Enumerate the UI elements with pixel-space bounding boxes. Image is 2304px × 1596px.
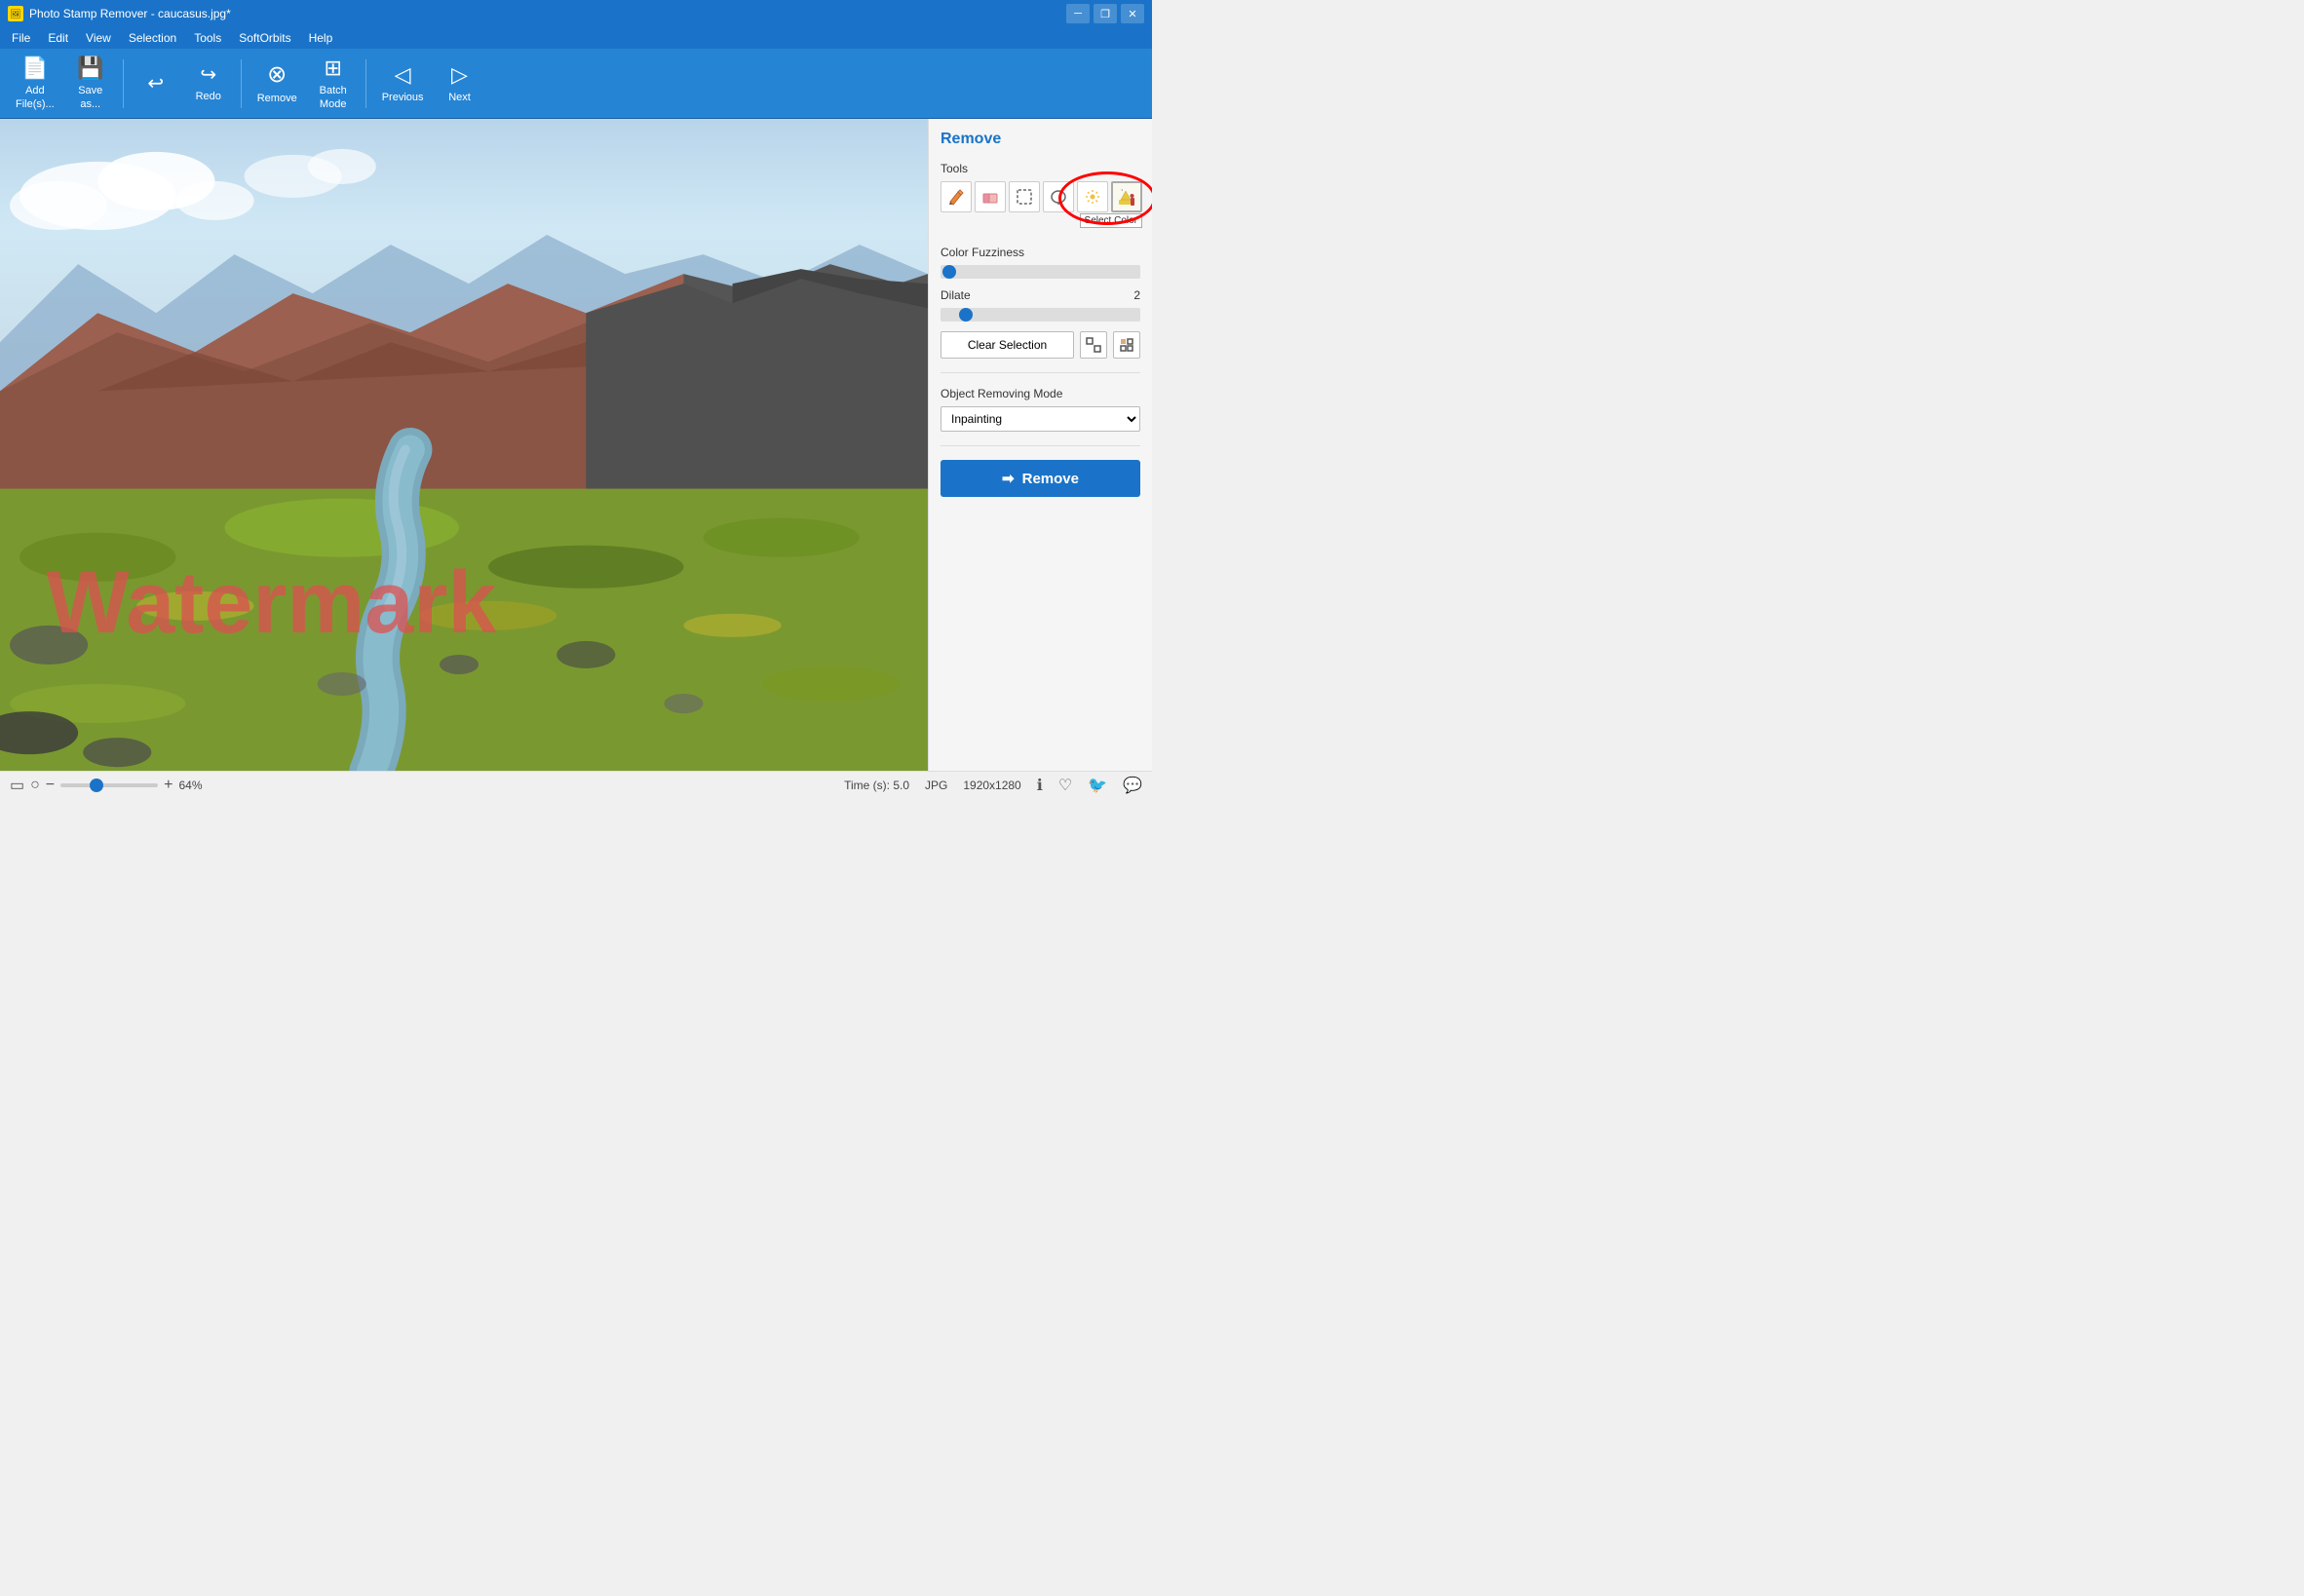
status-bar: ▭ ○ − + 64% Time (s): 5.0 JPG 1920x1280 … xyxy=(0,771,1152,798)
rect-select-button[interactable] xyxy=(1009,181,1040,212)
zoom-level: 64% xyxy=(178,779,202,792)
menu-edit[interactable]: Edit xyxy=(40,29,76,47)
title-bar: 🖼 Photo Stamp Remover - caucasus.jpg* ─ … xyxy=(0,0,1152,27)
app-icon: 🖼 xyxy=(8,6,23,21)
share-icon[interactable]: ♡ xyxy=(1058,776,1072,795)
toolbar-separator-1 xyxy=(123,59,124,108)
menu-tools[interactable]: Tools xyxy=(186,29,229,47)
dilate-value: 2 xyxy=(1133,288,1140,302)
color-fuzziness-slider[interactable] xyxy=(941,265,1140,279)
add-files-button[interactable]: 📄 AddFile(s)... xyxy=(8,55,62,113)
toolbar-separator-3 xyxy=(365,59,366,108)
undo-button[interactable]: ↩ xyxy=(132,55,180,113)
clear-selection-button[interactable]: Clear Selection xyxy=(941,331,1074,359)
previous-button[interactable]: ◁ Previous xyxy=(374,55,432,113)
color-fuzziness-label: Color Fuzziness xyxy=(941,246,1024,259)
zoom-out-button[interactable]: − xyxy=(46,777,55,794)
redo-button[interactable]: ↪ Redo xyxy=(184,55,233,113)
time-label: Time (s): 5.0 xyxy=(844,779,909,792)
undo-icon: ↩ xyxy=(147,71,164,95)
minimize-button[interactable]: ─ xyxy=(1066,4,1090,23)
tools-row: Select Color xyxy=(941,181,1142,212)
save-as-button[interactable]: 💾 Saveas... xyxy=(66,55,115,113)
dilate-slider[interactable] xyxy=(941,308,1140,322)
status-rect-icon: ▭ xyxy=(10,776,24,795)
tools-section: Tools xyxy=(941,162,1140,212)
next-icon: ▷ xyxy=(451,62,468,88)
divider-1 xyxy=(941,372,1140,373)
close-button[interactable]: ✕ xyxy=(1121,4,1144,23)
menu-selection[interactable]: Selection xyxy=(121,29,184,47)
add-files-icon: 📄 xyxy=(21,56,48,81)
save-icon: 💾 xyxy=(77,56,103,81)
landscape-image xyxy=(0,119,928,771)
action-row: Clear Selection xyxy=(941,331,1140,359)
remove-icon: ⊗ xyxy=(267,60,287,89)
zoom-track xyxy=(60,783,158,787)
canvas-area[interactable]: Watermark xyxy=(0,119,928,771)
menu-bar: File Edit View Selection Tools SoftOrbit… xyxy=(0,27,1152,49)
menu-view[interactable]: View xyxy=(78,29,119,47)
eraser-tool-button[interactable] xyxy=(975,181,1006,212)
batch-icon: ⊞ xyxy=(324,56,341,81)
remove-button[interactable]: ➡ Remove xyxy=(941,460,1140,497)
format-label: JPG xyxy=(925,779,947,792)
fit-selection-button[interactable] xyxy=(1080,331,1107,359)
zoom-thumb xyxy=(90,779,103,792)
panel-title: Remove xyxy=(941,131,1140,148)
dilate-section: Dilate 2 xyxy=(941,288,1140,322)
zoom-in-button[interactable]: + xyxy=(164,777,173,794)
info-icon[interactable]: ℹ xyxy=(1037,776,1043,795)
resolution-label: 1920x1280 xyxy=(963,779,1020,792)
remove-toolbar-button[interactable]: ⊗ Remove xyxy=(250,55,305,113)
object-removing-section: Object Removing Mode Inpainting Content-… xyxy=(941,387,1140,432)
lasso-button[interactable] xyxy=(1043,181,1074,212)
zoom-selection-button[interactable] xyxy=(1113,331,1140,359)
status-left: ▭ ○ − + 64% xyxy=(10,776,834,795)
toolbar-separator-2 xyxy=(241,59,242,108)
next-button[interactable]: ▷ Next xyxy=(436,55,484,113)
right-panel: Remove Tools xyxy=(928,119,1152,771)
removing-mode-select[interactable]: Inpainting Content-Aware Fill Texture Sy… xyxy=(941,406,1140,432)
menu-help[interactable]: Help xyxy=(301,29,341,47)
marker-tool-button[interactable] xyxy=(941,181,972,212)
toolbar: 📄 AddFile(s)... 💾 Saveas... ↩ ↪ Redo ⊗ R… xyxy=(0,49,1152,119)
tools-label: Tools xyxy=(941,162,1140,175)
redo-icon: ↪ xyxy=(200,62,216,87)
previous-icon: ◁ xyxy=(395,62,411,88)
window-controls[interactable]: ─ ❐ ✕ xyxy=(1066,4,1144,23)
batch-mode-button[interactable]: ⊞ BatchMode xyxy=(309,55,358,113)
status-lasso-icon: ○ xyxy=(30,777,40,794)
remove-arrow-icon: ➡ xyxy=(1002,470,1015,487)
window-title: Photo Stamp Remover - caucasus.jpg* xyxy=(29,7,231,20)
color-fuzziness-section: Color Fuzziness xyxy=(941,246,1140,279)
dilate-label: Dilate xyxy=(941,288,971,302)
removing-mode-label: Object Removing Mode xyxy=(941,387,1140,400)
menu-softorbits[interactable]: SoftOrbits xyxy=(231,29,298,47)
zoom-controls: − + 64% xyxy=(46,777,203,794)
status-right: Time (s): 5.0 JPG 1920x1280 ℹ ♡ 🐦 💬 xyxy=(844,776,1142,795)
select-color-label: Select Color xyxy=(1080,213,1142,228)
main-layout: Watermark Remove Tools xyxy=(0,119,1152,771)
twitter-icon[interactable]: 🐦 xyxy=(1088,776,1107,795)
mode-dropdown-row: Inpainting Content-Aware Fill Texture Sy… xyxy=(941,406,1140,432)
color-picker-button[interactable]: Select Color xyxy=(1111,181,1142,212)
maximize-button[interactable]: ❐ xyxy=(1094,4,1117,23)
social-icon[interactable]: 💬 xyxy=(1123,776,1142,795)
divider-2 xyxy=(941,445,1140,446)
magic-wand-button[interactable] xyxy=(1077,181,1108,212)
remove-button-label: Remove xyxy=(1022,471,1079,487)
menu-file[interactable]: File xyxy=(4,29,38,47)
